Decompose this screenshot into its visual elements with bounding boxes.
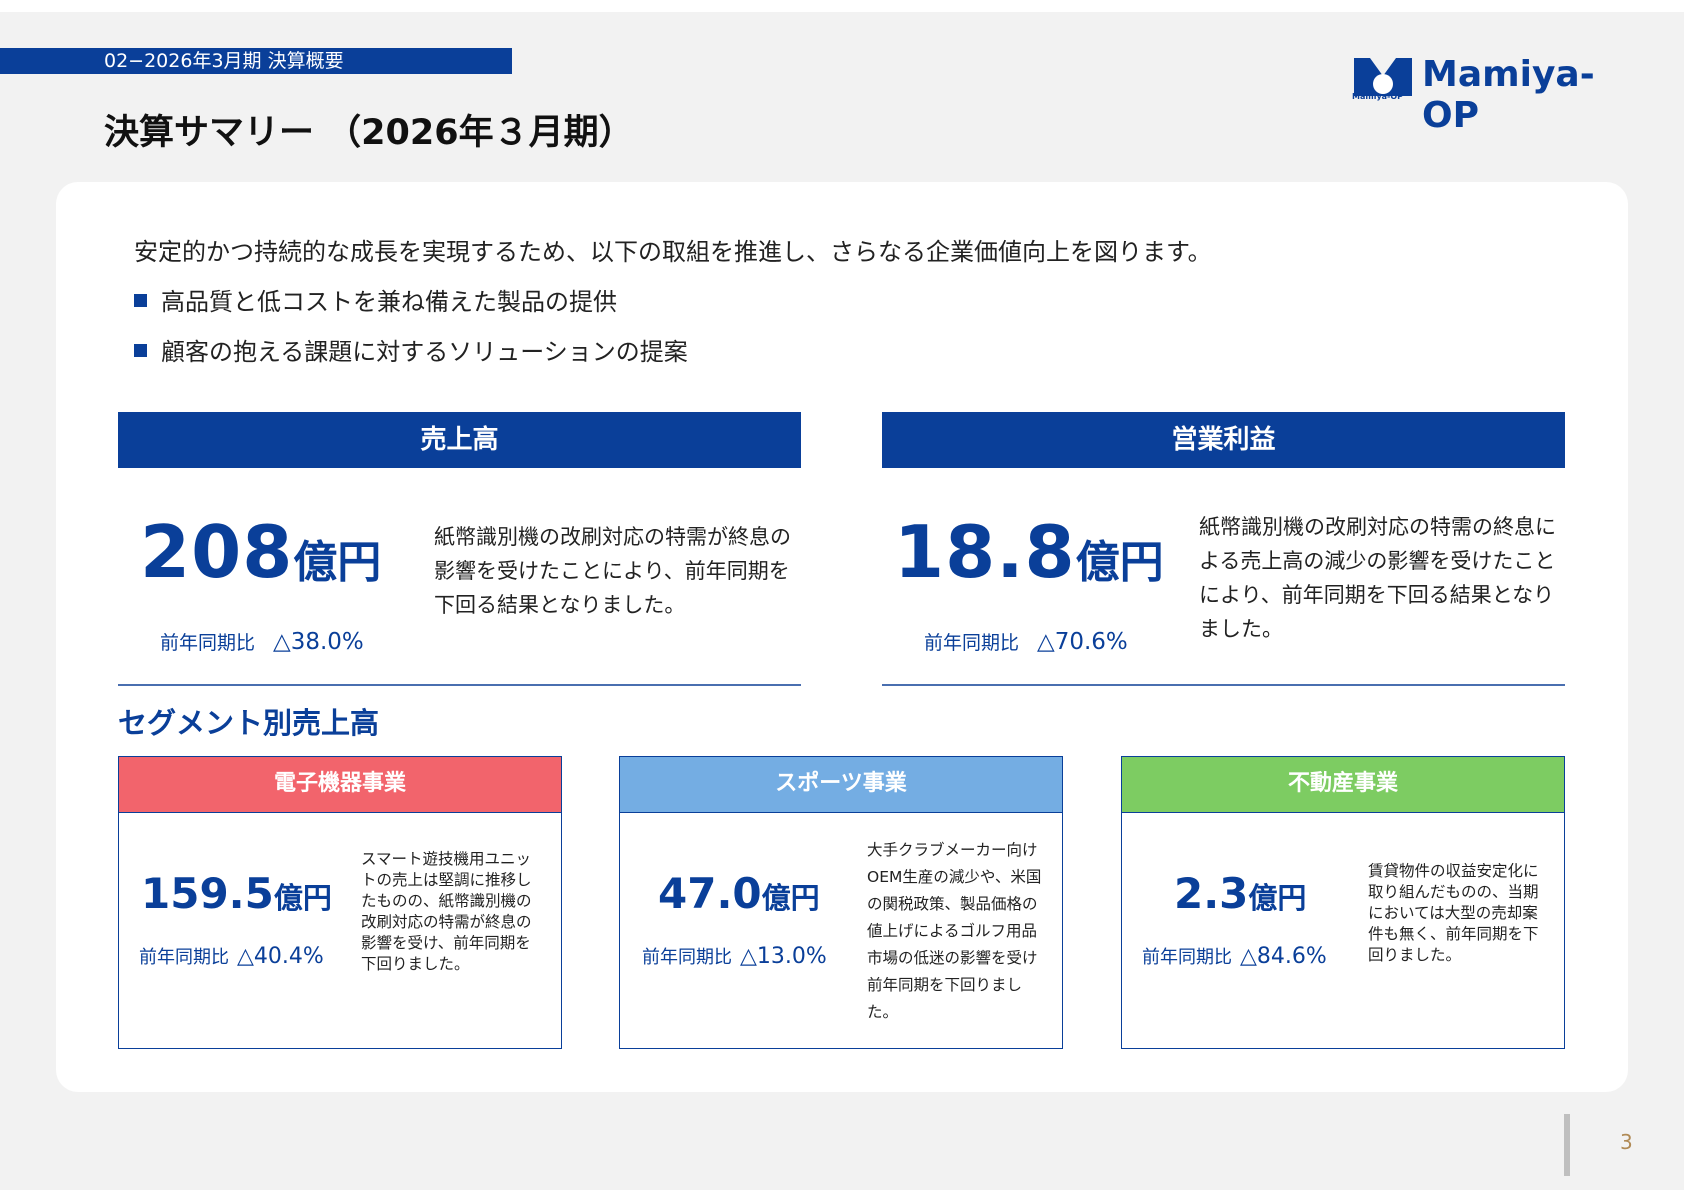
page-number: 3 <box>1620 1130 1633 1154</box>
segment-card-realestate: 不動産事業 2.3億円 前年同期比 △84.6% 賃貸物件の収益安定化に取り組んだ… <box>1121 756 1565 1049</box>
page-title: 決算サマリー （2026年３月期） <box>104 113 634 153</box>
divider-line <box>118 684 801 686</box>
segment-header: 電子機器事業 <box>119 757 561 813</box>
kpi-header-sales: 売上高 <box>118 412 801 468</box>
yoy-label: 前年同期比 <box>139 947 229 968</box>
kpi-header-operating-profit: 営業利益 <box>882 412 1565 468</box>
segment-value: 2.3億円 <box>1174 869 1306 918</box>
kpi-value-sales: 208億円 <box>140 510 381 594</box>
segment-header: スポーツ事業 <box>620 757 1062 813</box>
yoy-value: △40.4% <box>237 944 324 969</box>
yoy-value: △13.0% <box>740 944 827 969</box>
intro-bullet: 顧客の抱える課題に対するソリューションの提案 <box>134 332 688 367</box>
company-logo: Mamiya-OP Mamiya-OP <box>1352 50 1632 136</box>
yoy-label: 前年同期比 <box>924 632 1020 654</box>
yoy-label: 前年同期比 <box>642 947 732 968</box>
kpi-value-operating-profit: 18.8億円 <box>894 510 1164 594</box>
kpi-unit: 億円 <box>1075 537 1164 588</box>
segment-header: 不動産事業 <box>1122 757 1564 813</box>
divider-line <box>882 684 1565 686</box>
kpi-yoy-sales: 前年同期比 △38.0% <box>160 628 364 655</box>
segment-yoy: 前年同期比 △84.6% <box>1142 943 1327 969</box>
segment-description: 大手クラブメーカー向けOEM生産の減少や、米国の関税政策、製品価格の値上げによる… <box>867 841 1042 1021</box>
segment-section-title: セグメント別売上高 <box>118 706 380 740</box>
segment-card-electronics: 電子機器事業 159.5億円 前年同期比 △40.4% スマート遊技機用ユニットの… <box>118 756 562 1049</box>
bullet-text: 高品質と低コストを兼ね備えた製品の提供 <box>161 288 617 316</box>
segment-yoy: 前年同期比 △13.0% <box>642 943 827 969</box>
kpi-number: 18.8 <box>894 510 1076 594</box>
bullet-square-icon <box>134 294 147 307</box>
segment-number: 2.3 <box>1174 869 1249 918</box>
segment-number: 47.0 <box>658 869 762 918</box>
kpi-number: 208 <box>140 510 294 594</box>
segment-unit: 億円 <box>1248 881 1307 915</box>
page-number-separator <box>1564 1114 1570 1176</box>
yoy-value: △70.6% <box>1037 629 1128 655</box>
intro-bullet: 高品質と低コストを兼ね備えた製品の提供 <box>134 282 617 317</box>
bullet-square-icon <box>134 344 147 357</box>
logo-subtext: Mamiya-OP <box>1352 92 1404 101</box>
kpi-yoy-operating-profit: 前年同期比 △70.6% <box>924 628 1128 655</box>
top-strip <box>0 0 1684 12</box>
kpi-description-operating-profit: 紙幣識別機の改刷対応の特需の終息による売上高の減少の影響を受けたことにより、前年… <box>1199 515 1556 641</box>
segment-yoy: 前年同期比 △40.4% <box>139 943 324 969</box>
kpi-description-sales: 紙幣識別機の改刷対応の特需が終息の影響を受けたことにより、前年同期を下回る結果と… <box>434 525 791 617</box>
yoy-label: 前年同期比 <box>1142 947 1232 968</box>
segment-value: 47.0億円 <box>658 869 820 918</box>
segment-description: 賃貸物件の収益安定化に取り組んだものの、当期においては大型の売却案件も無く、前年… <box>1368 862 1539 964</box>
segment-description: スマート遊技機用ユニットの売上は堅調に推移したものの、紙幣識別機の改刷対応の特需… <box>361 850 532 973</box>
segment-number: 159.5 <box>141 869 274 918</box>
section-label: 02−2026年3月期 決算概要 <box>104 50 344 72</box>
yoy-value: △84.6% <box>1240 944 1327 969</box>
kpi-unit: 億円 <box>293 537 382 588</box>
yoy-value: △38.0% <box>273 629 364 655</box>
segment-unit: 億円 <box>761 881 820 915</box>
section-label-bar: 02−2026年3月期 決算概要 <box>0 48 512 74</box>
bullet-text: 顧客の抱える課題に対するソリューションの提案 <box>161 338 688 366</box>
segment-unit: 億円 <box>273 881 332 915</box>
yoy-label: 前年同期比 <box>160 632 256 654</box>
intro-lead: 安定的かつ持続的な成長を実現するため、以下の取組を推進し、さらなる企業価値向上を… <box>134 238 1212 266</box>
logo-text: Mamiya-OP <box>1422 54 1595 136</box>
segment-value: 159.5億円 <box>141 869 332 918</box>
segment-card-sports: スポーツ事業 47.0億円 前年同期比 △13.0% 大手クラブメーカー向けOEM… <box>619 756 1063 1049</box>
